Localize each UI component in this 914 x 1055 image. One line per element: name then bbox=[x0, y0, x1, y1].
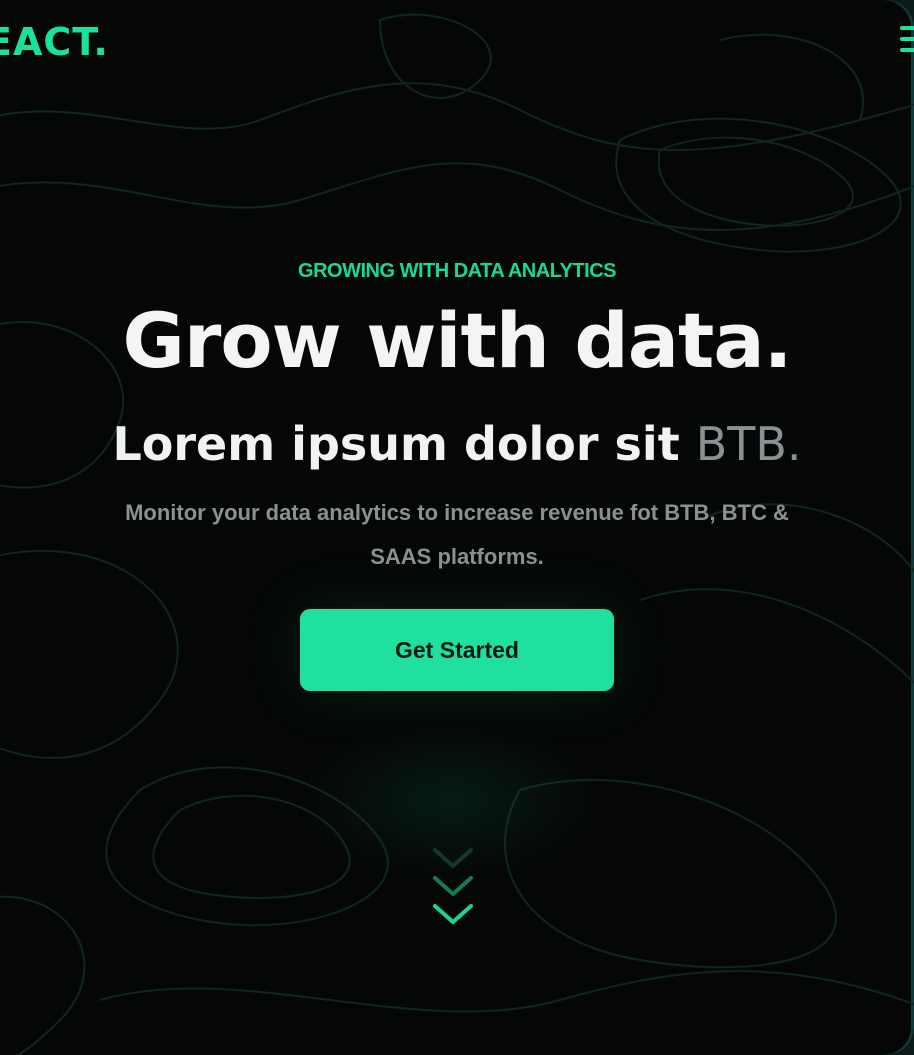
hero-eyebrow: GROWING WITH DATA ANALYTICS bbox=[298, 260, 616, 282]
subheadline-muted: BTB. bbox=[695, 417, 802, 471]
description-line-2: SAAS platforms. bbox=[370, 544, 544, 569]
menu-line bbox=[900, 26, 914, 30]
chevron-down-icon[interactable] bbox=[427, 838, 479, 938]
hero-description: Monitor your data analytics to increase … bbox=[27, 491, 887, 579]
subheadline-main: Lorem ipsum dolor sit bbox=[112, 417, 696, 471]
landing-page: EACT. GROWING WITH DATA ANALYTICS Grow w… bbox=[0, 0, 914, 1055]
hero-subheadline: Lorem ipsum dolor sit BTB. bbox=[0, 421, 914, 467]
hero-headline: Grow with data. bbox=[122, 296, 792, 385]
get-started-button[interactable]: Get Started bbox=[300, 609, 614, 691]
hero-section: GROWING WITH DATA ANALYTICS Grow with da… bbox=[0, 250, 914, 691]
brand-logo[interactable]: EACT. bbox=[0, 20, 109, 64]
description-line-1: Monitor your data analytics to increase … bbox=[125, 500, 789, 525]
menu-line bbox=[900, 48, 914, 52]
menu-line bbox=[900, 37, 914, 41]
hamburger-menu-icon[interactable] bbox=[900, 26, 914, 58]
